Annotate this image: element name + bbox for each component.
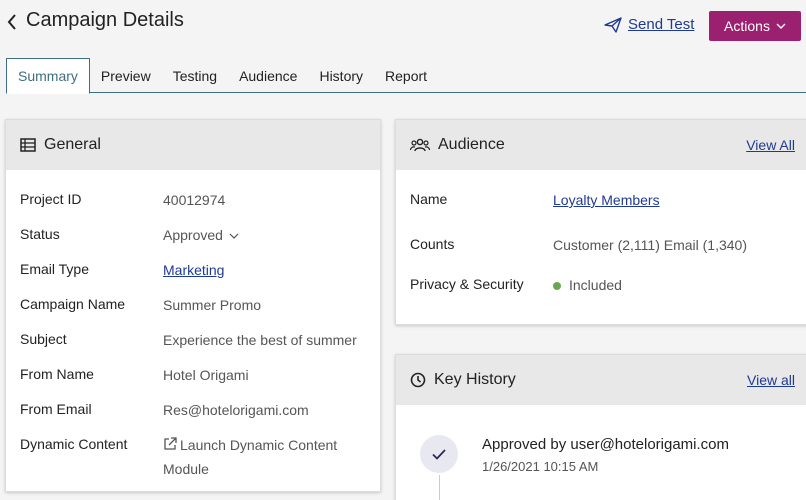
status-value: Approved bbox=[163, 227, 223, 243]
chevron-left-icon bbox=[7, 14, 16, 30]
general-card-title: General bbox=[44, 136, 101, 153]
audience-name-label: Name bbox=[410, 191, 448, 207]
tab-summary[interactable]: Summary bbox=[6, 58, 90, 94]
chevron-down-icon bbox=[229, 233, 239, 240]
audience-name-link[interactable]: Loyalty Members bbox=[553, 192, 660, 208]
launch-dynamic-content-link[interactable]: Launch Dynamic Content Module bbox=[163, 433, 378, 481]
users-icon bbox=[410, 138, 430, 152]
subject-label: Subject bbox=[20, 331, 67, 347]
campaign-name-value: Summer Promo bbox=[163, 297, 262, 313]
from-name-label: From Name bbox=[20, 366, 94, 382]
key-history-card-title: Key History bbox=[434, 371, 516, 388]
counts-label: Counts bbox=[410, 236, 455, 252]
tab-preview[interactable]: Preview bbox=[90, 58, 162, 93]
privacy-value: Included bbox=[569, 277, 622, 293]
audience-view-all-link[interactable]: View All bbox=[746, 137, 795, 153]
privacy-status: Included bbox=[553, 273, 768, 297]
tab-testing[interactable]: Testing bbox=[162, 58, 228, 93]
send-test-label: Send Test bbox=[628, 16, 695, 33]
history-item-title: Approved by user@hotelorigami.com bbox=[482, 436, 730, 453]
key-history-card: Key History View all Approved by user@ho… bbox=[395, 354, 806, 500]
audience-card-title: Audience bbox=[438, 136, 505, 153]
from-name-value: Hotel Origami bbox=[163, 367, 249, 383]
tab-report[interactable]: Report bbox=[374, 58, 438, 93]
dynamic-content-label: Dynamic Content bbox=[20, 436, 128, 452]
actions-label: Actions bbox=[724, 18, 770, 34]
checkmark-icon bbox=[432, 448, 446, 460]
audience-card-header: Audience View All bbox=[396, 120, 806, 170]
tab-history[interactable]: History bbox=[308, 58, 374, 93]
status-dot-icon bbox=[553, 282, 561, 291]
page-header: Campaign Details Send Test Actions bbox=[0, 0, 806, 58]
project-id-value: 40012974 bbox=[163, 192, 226, 208]
send-test-link[interactable]: Send Test bbox=[604, 16, 694, 33]
timeline-line bbox=[439, 475, 440, 500]
tab-bar: Summary Preview Testing Audience History… bbox=[6, 58, 806, 94]
subject-value: Experience the best of summer bbox=[163, 332, 357, 348]
tab-audience[interactable]: Audience bbox=[228, 58, 308, 93]
from-email-label: From Email bbox=[20, 401, 92, 417]
history-check-badge bbox=[420, 435, 458, 473]
email-type-link[interactable]: Marketing bbox=[163, 262, 224, 278]
history-item-time: 1/26/2021 10:15 AM bbox=[482, 459, 599, 474]
email-type-label: Email Type bbox=[20, 261, 89, 277]
launch-dynamic-content-label: Launch Dynamic Content Module bbox=[163, 437, 338, 477]
clock-icon bbox=[410, 372, 426, 388]
status-label: Status bbox=[20, 226, 60, 242]
paper-plane-icon bbox=[604, 16, 622, 33]
page-title: Campaign Details bbox=[26, 9, 184, 31]
back-button[interactable] bbox=[4, 10, 20, 34]
key-history-view-all-link[interactable]: View all bbox=[747, 372, 795, 388]
external-link-icon bbox=[164, 437, 177, 450]
from-email-value: Res@hotelorigami.com bbox=[163, 402, 309, 418]
chevron-down-icon bbox=[776, 23, 786, 29]
general-card: General Project ID 40012974 Status Appro… bbox=[5, 119, 381, 492]
general-card-header: General bbox=[6, 120, 380, 170]
privacy-security-label: Privacy & Security bbox=[410, 276, 524, 292]
campaign-name-label: Campaign Name bbox=[20, 296, 126, 312]
status-dropdown[interactable]: Approved bbox=[163, 223, 378, 247]
counts-value: Customer (2,111) Email (1,340) bbox=[553, 237, 747, 253]
key-history-card-header: Key History View all bbox=[396, 355, 806, 405]
actions-button[interactable]: Actions bbox=[709, 11, 801, 41]
audience-card: Audience View All Name Loyalty Members C… bbox=[395, 119, 806, 325]
list-icon bbox=[20, 138, 36, 152]
project-id-label: Project ID bbox=[20, 191, 82, 207]
